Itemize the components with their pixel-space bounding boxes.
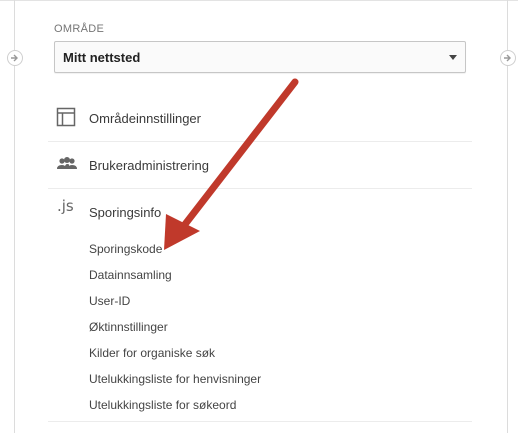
column-nav-left-icon[interactable]	[7, 50, 23, 66]
nav-item-label: Brukeradministrering	[89, 158, 209, 173]
subitem-organic-search-sources[interactable]: Kilder for organiske søk	[89, 346, 215, 360]
subitem-tracking-code[interactable]: Sporingskode	[89, 242, 162, 256]
property-select-value: Mitt nettsted	[63, 50, 141, 65]
subitem-search-term-exclusion-list[interactable]: Utelukkingsliste for søkeord	[89, 398, 236, 412]
subitem-user-id[interactable]: User-ID	[89, 294, 130, 308]
subitem-session-settings[interactable]: Øktinnstillinger	[89, 320, 168, 334]
left-column-rail	[7, 0, 23, 433]
nav-item-tracking-info[interactable]: .js Sporingsinfo	[48, 189, 472, 235]
people-icon	[56, 154, 77, 174]
section-label: OMRÅDE	[54, 23, 105, 35]
top-border	[0, 0, 518, 1]
caret-down-icon	[449, 55, 457, 60]
nav-item-label: Områdeinnstillinger	[89, 111, 201, 126]
layout-icon	[56, 107, 76, 127]
right-column-rail	[500, 0, 516, 433]
column-nav-right-icon[interactable]	[500, 50, 516, 66]
divider	[48, 421, 472, 422]
js-icon: .js	[57, 197, 74, 215]
subitem-referral-exclusion-list[interactable]: Utelukkingsliste for henvisninger	[89, 372, 261, 386]
subitem-data-collection[interactable]: Datainnsamling	[89, 268, 172, 282]
nav-item-label: Sporingsinfo	[89, 205, 162, 220]
property-select[interactable]: Mitt nettsted	[54, 41, 466, 73]
nav-item-user-management[interactable]: Brukeradministrering	[48, 142, 472, 189]
nav-item-property-settings[interactable]: Områdeinnstillinger	[48, 95, 472, 142]
